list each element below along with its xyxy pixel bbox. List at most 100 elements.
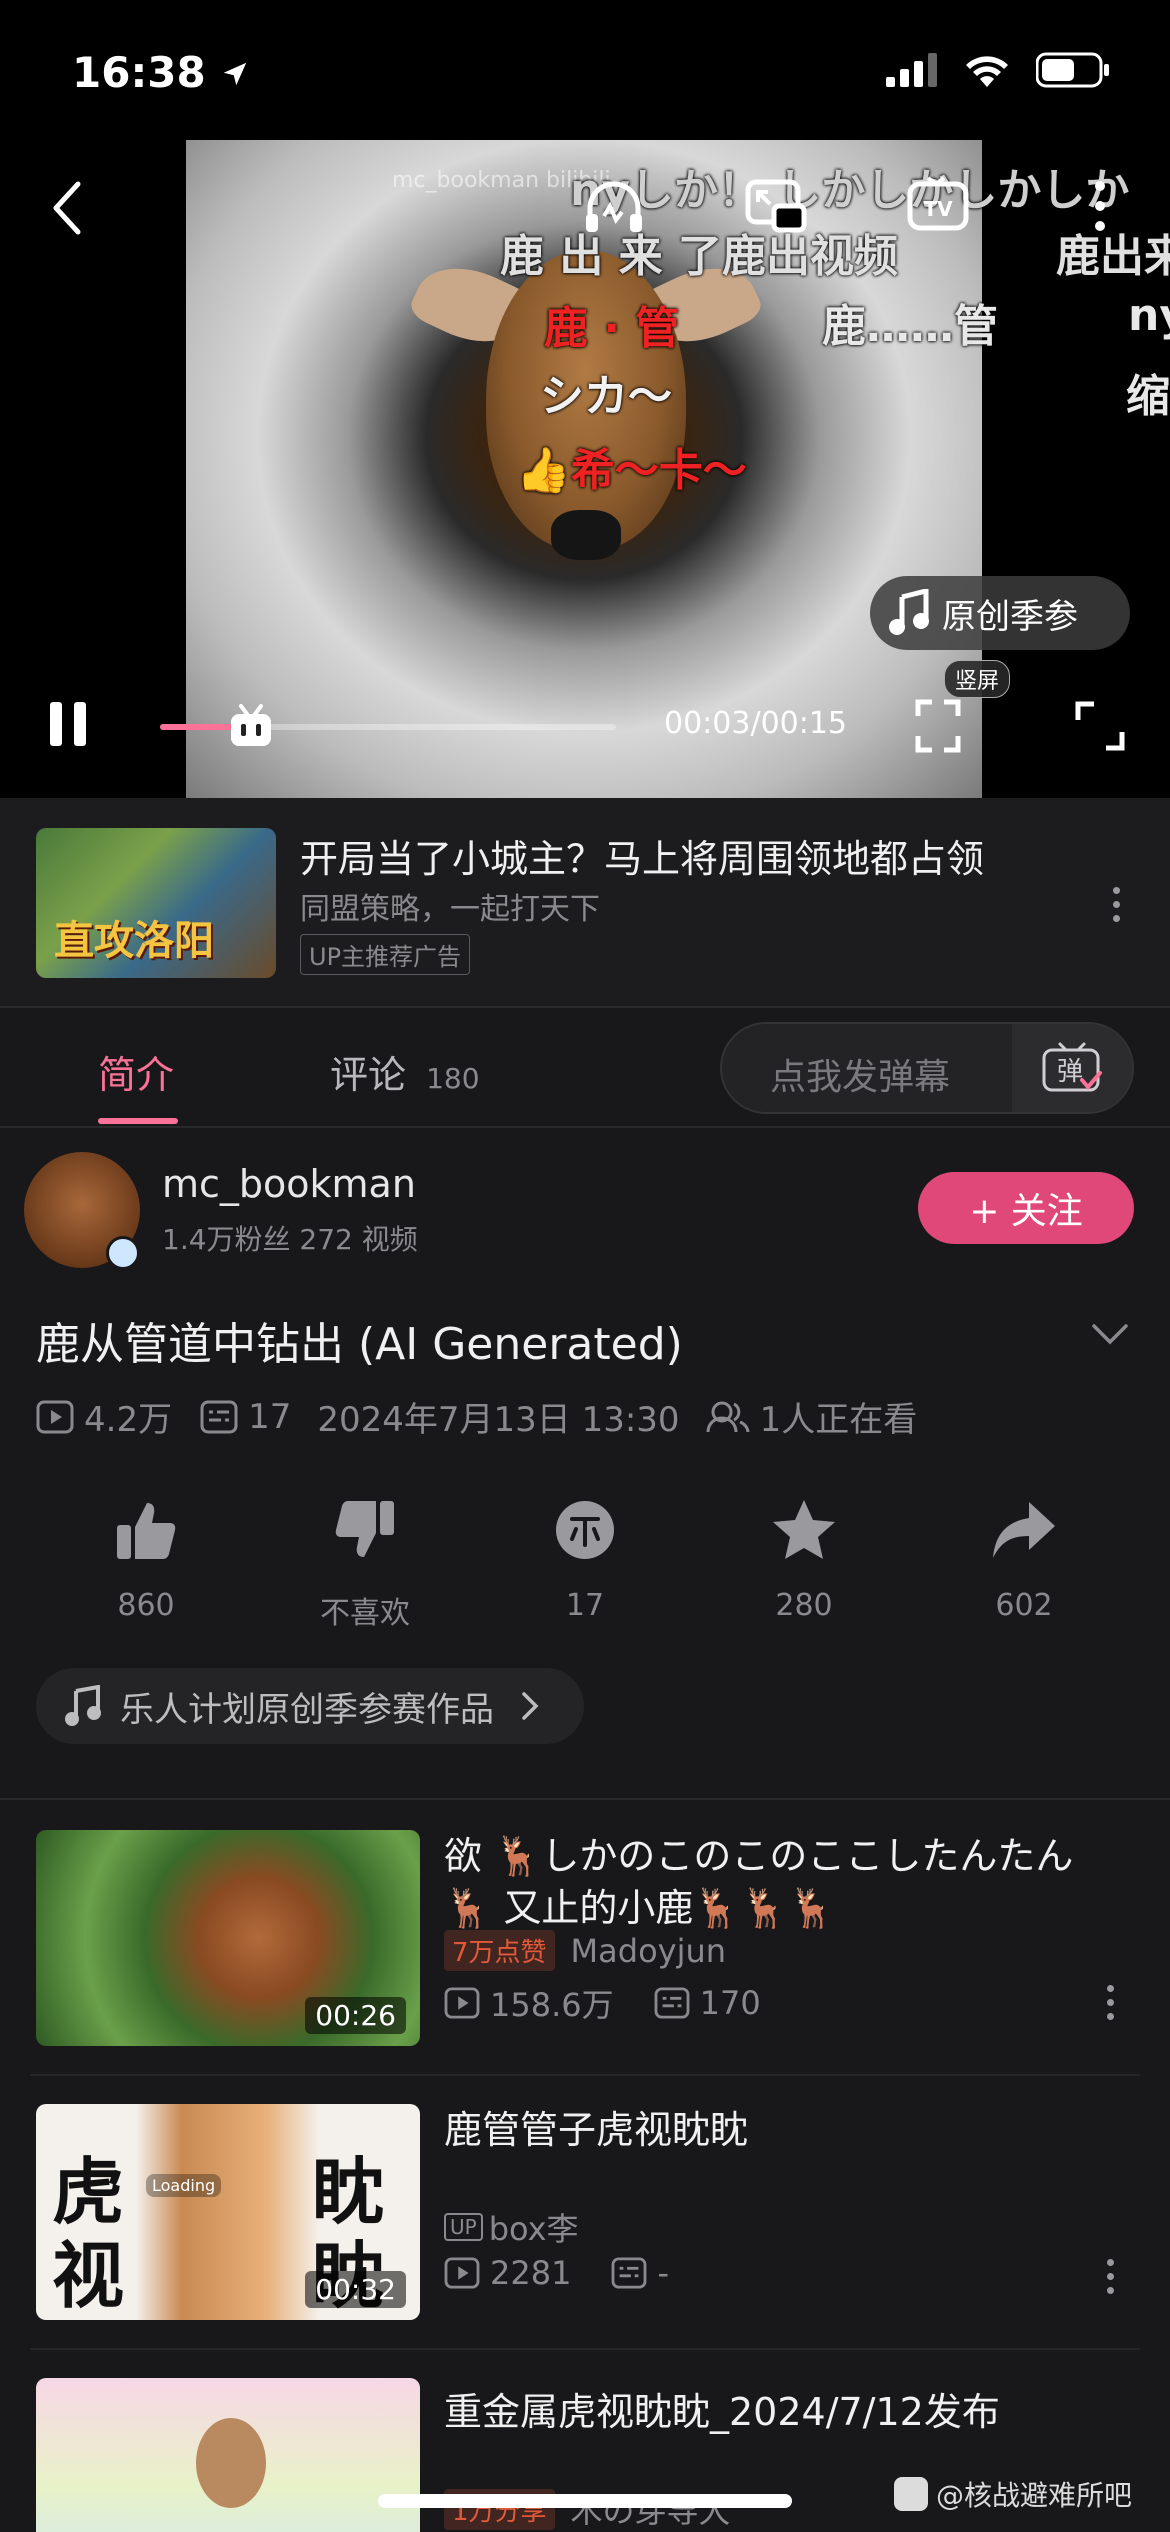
video-thumbnail[interactable]: 虎视 眈眈 Loading 00:32 [36, 2104, 420, 2320]
action-bar: 860 不喜欢 17 280 602 [0, 1490, 1170, 1640]
listen-mode-button[interactable] [578, 170, 650, 242]
thumbnail-loading-text: Loading [146, 2174, 222, 2197]
video-author: UP box李 [444, 2204, 579, 2250]
verified-badge-icon [106, 1236, 140, 1270]
tieba-logo-icon [894, 2477, 928, 2511]
video-duration: 00:26 [305, 1997, 406, 2034]
dislike-label: 不喜欢 [320, 1596, 410, 1631]
ad-card[interactable]: 直攻洛阳 开局当了小城主？马上将周围领地都占领 同盟策略，一起打天下 UP主推荐… [0, 798, 1170, 1008]
music-pill[interactable]: 原创季参 [870, 576, 1130, 650]
danmaku-toggle-button[interactable]: 弹 [1012, 1024, 1132, 1112]
video-player[interactable]: mc_bookman bilibili nyしか！ しかしかしかしか 鹿 出 来… [0, 140, 1170, 798]
progress-bar[interactable] [160, 704, 616, 746]
pause-icon [50, 702, 86, 746]
danmaku-count-icon [612, 2257, 647, 2289]
danmaku-count-icon [654, 1987, 690, 2019]
coin-icon [556, 1501, 614, 1559]
video-title[interactable]: 鹿管管子虎视眈眈 [444, 2104, 1084, 2156]
tv-mascot-scrubber-icon[interactable] [227, 702, 275, 750]
danmaku-count: 170 [699, 1984, 761, 2022]
fullscreen-icon [1075, 701, 1125, 751]
play-count-icon [36, 1400, 74, 1433]
uploader-stats: 1.4万粉丝 272 视频 [162, 1223, 418, 1256]
tab-intro[interactable]: 简介 [98, 1044, 174, 1099]
danmaku-comment: nyしか！ しかしかしかしか [570, 165, 1130, 216]
video-stats: 158.6万 170 [444, 1980, 761, 2026]
like-button[interactable]: 860 [66, 1490, 226, 1623]
music-pill-label: 原创季参 [942, 596, 1078, 637]
person-figure [196, 2418, 266, 2508]
video-title[interactable]: 重金属虎视眈眈_2024/7/12发布 [444, 2386, 1084, 2438]
ad-subtitle: 同盟策略，一起打天下 [300, 892, 600, 927]
section-divider [0, 1798, 1170, 1800]
watching-now: 1人正在看 [759, 1400, 918, 1440]
svg-text:弹: 弹 [1057, 1057, 1083, 1087]
follow-button[interactable]: + 关注 [918, 1172, 1134, 1244]
coin-button[interactable]: 17 [505, 1490, 665, 1623]
music-tag-button[interactable]: 乐人计划原创季参赛作品 [36, 1668, 584, 1744]
share-count: 602 [995, 1588, 1053, 1623]
tab-bar: 简介 评论 180 点我发弹幕 弹 [0, 1008, 1170, 1128]
svg-text:TV: TV [923, 197, 953, 221]
danmaku-tv-icon: 弹 [1042, 1042, 1102, 1092]
danmaku-comment: ny [1128, 290, 1170, 341]
music-note-icon [889, 589, 929, 635]
video-duration: 00:32 [305, 2271, 406, 2308]
pause-button[interactable] [32, 688, 104, 760]
share-icon [993, 1502, 1055, 1558]
video-more-button[interactable] [1090, 2246, 1130, 2306]
video-author: 7万点赞 Madoyjun [444, 1930, 726, 1971]
video-thumbnail[interactable] [36, 2378, 420, 2532]
video-meta: 4.2万 17 2024年7月13日 13:30 1人正在看 [36, 1392, 917, 1441]
ad-thumbnail[interactable]: 直攻洛阳 [36, 828, 276, 978]
thumbnail-text: 虎视 [52, 2150, 125, 2318]
like-count: 860 [117, 1588, 175, 1623]
cast-tv-button[interactable]: TV [902, 170, 974, 242]
back-button[interactable] [32, 172, 104, 244]
danmaku-comment: 缩 [1126, 371, 1170, 422]
uploader-name[interactable]: mc_bookman [162, 1162, 416, 1206]
favorite-button[interactable]: 280 [724, 1490, 884, 1623]
author-name: 木の芽导大 [570, 2492, 731, 2530]
landscape-fullscreen-button[interactable] [902, 690, 974, 762]
viewers-icon [706, 1401, 750, 1432]
danmaku-input[interactable]: 点我发弹幕 弹 [720, 1022, 1134, 1114]
tab-underline [98, 1118, 178, 1124]
pip-button[interactable] [740, 170, 812, 242]
more-options-button[interactable] [1064, 170, 1136, 242]
status-icons [886, 52, 1110, 88]
video-stats: 2281 - [444, 2254, 669, 2292]
likes-badge: 7万点赞 [444, 1930, 555, 1971]
uploader-row: mc_bookman 1.4万粉丝 272 视频 + 关注 [0, 1128, 1170, 1298]
danmaku-comment: シカ～ [540, 371, 672, 422]
expand-description-button[interactable] [1090, 1322, 1130, 1350]
more-vertical-icon [1095, 181, 1105, 231]
deer-nose [551, 510, 621, 560]
ad-title[interactable]: 开局当了小城主？马上将周围领地都占领 [300, 828, 984, 883]
danmaku-input-placeholder: 点我发弹幕 [770, 1057, 951, 1098]
dislike-button[interactable]: 不喜欢 [285, 1490, 445, 1632]
video-thumbnail[interactable]: 00:26 [36, 1830, 420, 2046]
home-indicator[interactable] [378, 2494, 792, 2508]
play-count-icon [444, 1987, 480, 2019]
danmaku-count: - [657, 2254, 669, 2292]
headphones-icon [586, 181, 642, 232]
wifi-icon [966, 56, 1008, 87]
danmaku-comment: 鹿……管 [822, 301, 998, 352]
status-bar: 16:38 [0, 0, 1170, 140]
video-title[interactable]: 欲 🦌しかのこのこのここしたんたん🦌 又止的小鹿🦌🦌🦌 [444, 1830, 1084, 1934]
list-item[interactable]: 虎视 眈眈 Loading 00:32 鹿管管子虎视眈眈 UP box李 228… [0, 2076, 1170, 2350]
time-readout: 00:03/00:15 [664, 706, 848, 741]
view-count: 2281 [490, 2254, 572, 2292]
status-time: 16:38 [72, 48, 250, 97]
share-button[interactable]: 602 [944, 1490, 1104, 1623]
list-item[interactable]: 00:26 欲 🦌しかのこのこのここしたんたん🦌 又止的小鹿🦌🦌🦌 7万点赞 M… [0, 1802, 1170, 2076]
ad-more-button[interactable] [1096, 874, 1136, 934]
fullscreen-button[interactable] [1064, 690, 1136, 762]
play-count-icon [444, 2257, 480, 2289]
tab-comments[interactable]: 评论 180 [330, 1044, 480, 1099]
publish-date: 2024年7月13日 13:30 [317, 1400, 680, 1440]
tab-comments-label: 评论 [330, 1053, 407, 1097]
video-more-button[interactable] [1090, 1972, 1130, 2032]
tv-cast-icon: TV [907, 176, 969, 231]
